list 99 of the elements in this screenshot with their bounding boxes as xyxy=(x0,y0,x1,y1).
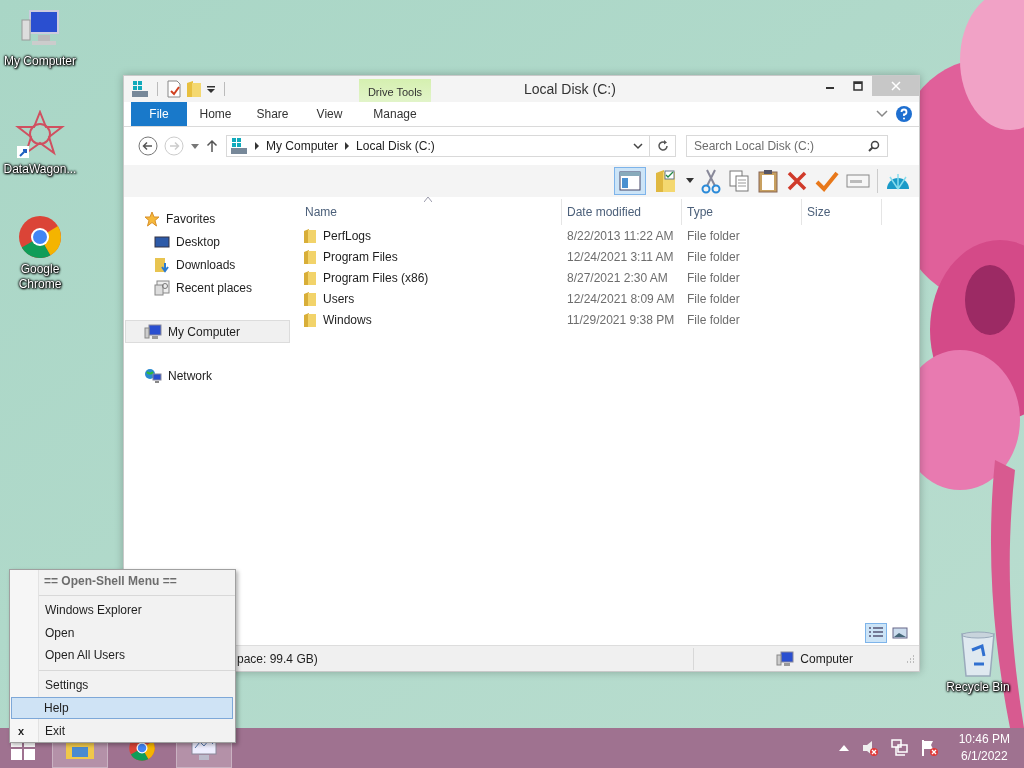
caret-icon[interactable] xyxy=(633,142,643,150)
chevron-icon[interactable] xyxy=(254,142,260,150)
muted-speaker-icon[interactable] xyxy=(860,739,879,757)
menu-item-label: Open All Users xyxy=(45,648,126,663)
date-cell-text: 8/27/2021 2:30 AM xyxy=(566,270,669,285)
help-icon[interactable] xyxy=(896,106,912,122)
nav-label: Recent places xyxy=(176,280,253,295)
network-icon[interactable] xyxy=(890,739,909,757)
star-shortcut-icon[interactable] xyxy=(15,110,65,160)
file-name[interactable]: Program Files xyxy=(323,249,398,264)
nav-label: Network xyxy=(168,368,212,383)
recent-places-icon xyxy=(154,279,170,296)
show-hidden-icons-icon[interactable] xyxy=(838,745,849,751)
cut-icon[interactable] xyxy=(701,168,721,194)
menu-item[interactable]: Open All Users xyxy=(39,644,235,667)
nav-item[interactable]: Desktop xyxy=(125,230,290,253)
menu-item-label: Help xyxy=(44,700,69,715)
type-cell-text: File folder xyxy=(686,291,741,306)
recent-locations-icon[interactable] xyxy=(190,142,200,150)
desktop-icon-label: DataWagon... xyxy=(2,162,78,177)
chrome-icon[interactable] xyxy=(17,214,63,260)
status-text: pace: 99.4 GB) xyxy=(237,651,318,666)
flag-icon[interactable] xyxy=(920,739,939,757)
type-cell-text: File folder xyxy=(686,228,741,243)
date-cell-text: 8/22/2013 11:22 AM xyxy=(566,228,675,243)
nav-item[interactable]: Downloads xyxy=(125,253,290,276)
delete-icon[interactable] xyxy=(786,170,808,192)
properties-icon[interactable] xyxy=(166,80,182,98)
refresh-icon[interactable] xyxy=(655,139,670,153)
star-icon xyxy=(144,210,160,227)
clock-time[interactable]: 10:46 PM xyxy=(958,731,1010,748)
dropdown-icon[interactable] xyxy=(206,84,216,94)
caret-icon[interactable] xyxy=(686,178,694,184)
date-cell-text: 12/24/2021 8:09 AM xyxy=(566,291,676,306)
menu-item-label: Open xyxy=(45,625,75,640)
file-name[interactable]: PerfLogs xyxy=(323,228,372,243)
column-header[interactable]: Size xyxy=(802,199,882,225)
nav-item[interactable]: Recent places xyxy=(125,276,290,299)
expand-ribbon-icon[interactable] xyxy=(876,109,888,119)
menu-item-label: Exit xyxy=(45,723,65,738)
resize-grip-icon[interactable] xyxy=(905,653,915,664)
window-title: Local Disk (C:) xyxy=(524,81,616,97)
nav-label: My Computer xyxy=(168,324,241,339)
computer-icon xyxy=(776,650,795,667)
drive-icon[interactable] xyxy=(131,80,149,98)
back-button-icon[interactable] xyxy=(138,136,158,156)
chevron-icon[interactable] xyxy=(344,142,351,150)
desktop-icon xyxy=(154,234,170,249)
network-icon xyxy=(144,367,162,384)
address-bar[interactable]: My Computer Local Disk (C:) xyxy=(226,135,650,157)
file-name[interactable]: Windows xyxy=(323,312,372,327)
nav-label: Favorites xyxy=(166,211,216,226)
menu-item[interactable]: Open xyxy=(39,621,235,645)
type-cell-text: File folder xyxy=(686,270,741,285)
copy-icon[interactable] xyxy=(728,169,750,193)
menu-item[interactable]: Windows Explorer xyxy=(39,598,235,622)
file-tab[interactable]: File xyxy=(131,102,187,126)
menu-item[interactable]: Settings xyxy=(39,673,235,697)
up-arrow-icon[interactable] xyxy=(206,139,218,153)
column-header[interactable]: Name xyxy=(300,199,562,225)
type-cell-text: File folder xyxy=(686,249,741,264)
search-icon[interactable] xyxy=(868,140,880,152)
menu-item[interactable]: Help xyxy=(11,696,233,720)
ribbon-tab[interactable]: Home xyxy=(187,102,244,126)
menu-item-mark: x xyxy=(18,724,25,737)
file-name[interactable]: Users xyxy=(323,291,355,306)
clock-date[interactable]: 6/1/2022 xyxy=(960,748,1008,765)
nav-item[interactable]: My Computer xyxy=(125,320,290,343)
computer-icon xyxy=(144,323,162,340)
drive-icon xyxy=(230,137,248,155)
type-cell-text: File folder xyxy=(686,312,741,327)
paste-icon[interactable] xyxy=(757,168,779,194)
recycle-bin-icon[interactable] xyxy=(958,630,998,678)
file-name[interactable]: Program Files (x86) xyxy=(323,270,429,285)
search-field[interactable]: Search Local Disk (C:) xyxy=(686,135,888,157)
date-cell-text: 12/24/2021 3:11 AM xyxy=(566,249,675,264)
menu-title: == Open-Shell Menu == xyxy=(43,572,178,590)
date-cell-text: 11/29/2021 9:38 PM xyxy=(566,312,676,327)
column-header[interactable]: Type xyxy=(682,199,802,225)
nav-item[interactable]: Favorites xyxy=(125,207,290,230)
downloads-icon xyxy=(154,256,170,273)
column-header[interactable]: Date modified xyxy=(562,199,682,225)
status-location: Computer xyxy=(800,651,853,666)
maximize-icon[interactable] xyxy=(853,81,863,91)
refresh-button[interactable] xyxy=(650,135,676,157)
breadcrumb[interactable]: Local Disk (C:) xyxy=(356,139,435,153)
nav-item[interactable]: Network xyxy=(125,364,290,387)
nav-label: Desktop xyxy=(176,234,221,249)
ribbon-tab[interactable]: Manage xyxy=(359,102,431,126)
menu-item-label: Settings xyxy=(45,678,89,693)
nav-label: Downloads xyxy=(176,257,236,272)
ribbon-tab[interactable]: Share xyxy=(244,102,301,126)
desktop-icon-label: Google Chrome xyxy=(17,262,63,292)
breadcrumb[interactable]: My Computer xyxy=(266,139,339,153)
menu-item-label: Windows Explorer xyxy=(45,603,142,617)
desktop-icon-label: My Computer xyxy=(3,54,77,69)
checkmark-icon[interactable] xyxy=(815,170,839,192)
ribbon-tab[interactable]: View xyxy=(301,102,358,126)
context-group-label: Drive Tools xyxy=(366,85,424,98)
